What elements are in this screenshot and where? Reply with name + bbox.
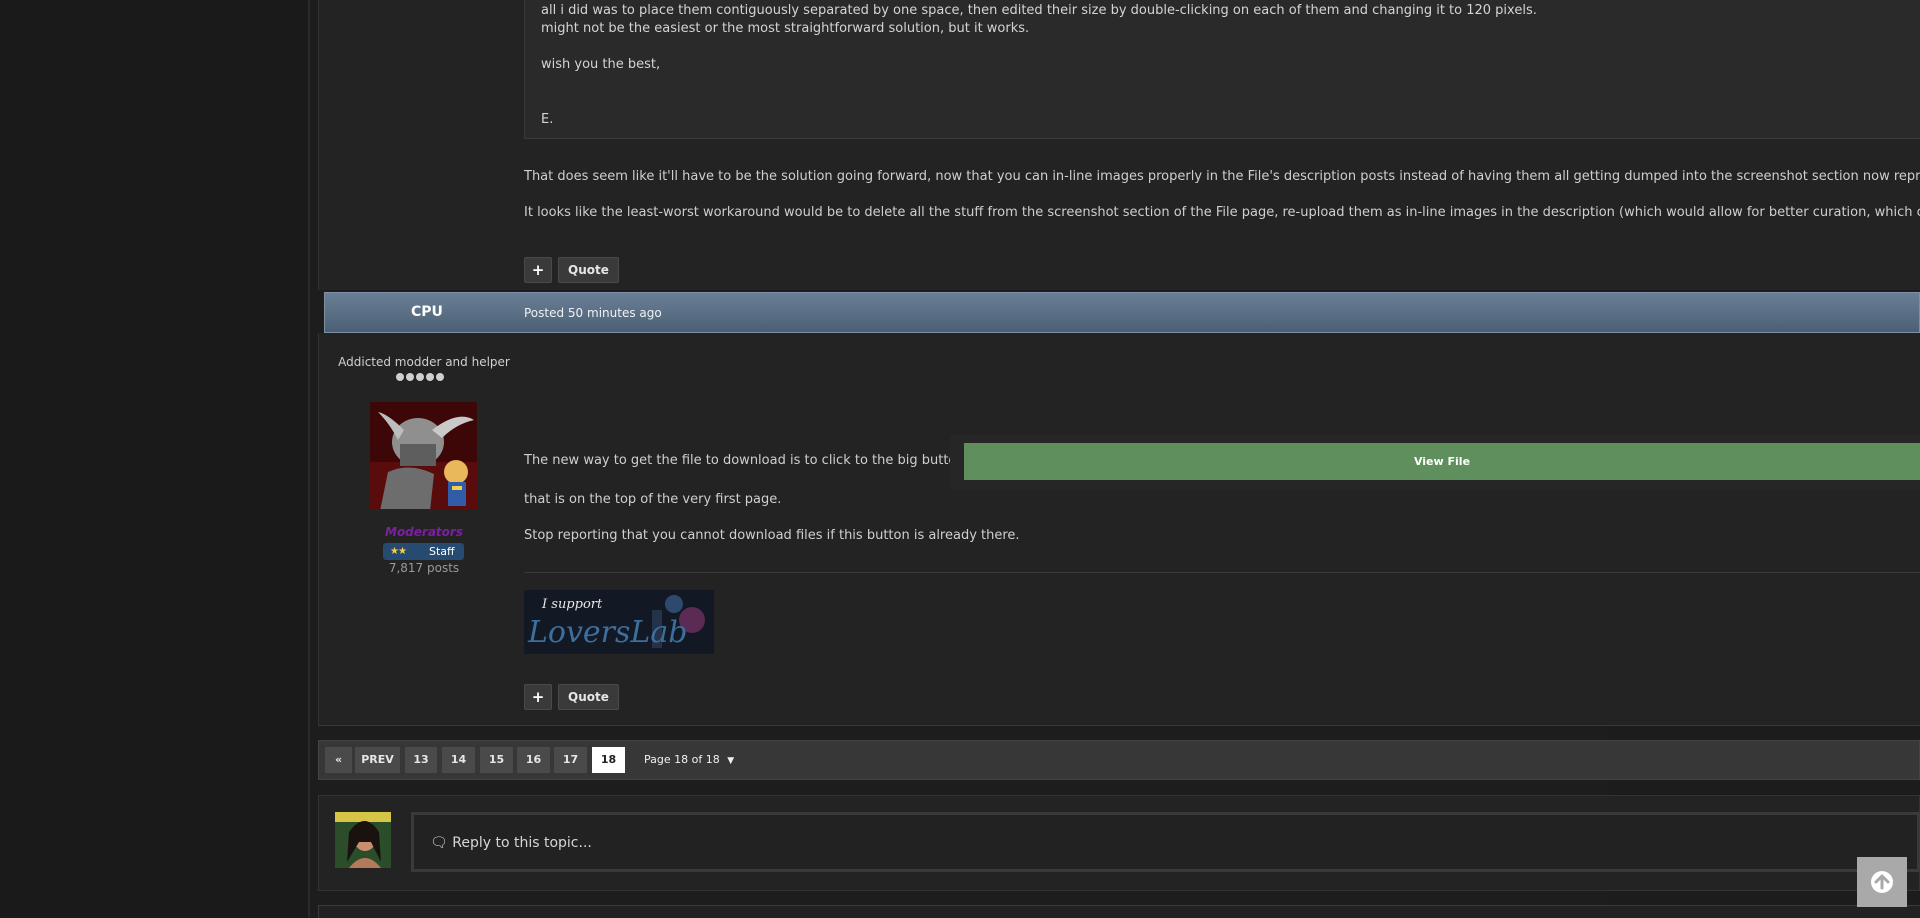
signature-text-2: LoversLab (527, 615, 687, 650)
signature-banner: I support LoversLab (524, 590, 714, 654)
scroll-to-top-button[interactable] (1857, 857, 1907, 907)
quote-line: all i did was to place them contiguously… (541, 3, 1537, 18)
page-left-gutter (0, 0, 310, 917)
page-link[interactable]: 15 (480, 747, 513, 773)
reply-editor[interactable]: 🗨 Reply to this topic... (411, 812, 1920, 872)
arrow-up-icon (1871, 871, 1893, 893)
reply-placeholder: 🗨 Reply to this topic... (430, 835, 592, 851)
page-link-current[interactable]: 18 (592, 747, 625, 773)
page-link[interactable]: 17 (554, 747, 587, 773)
author-title: Addicted modder and helper (338, 355, 510, 369)
page-jump-dropdown[interactable]: Page 18 of 18 ▼ (644, 747, 734, 773)
post-paragraph: The new way to get the file to download … (524, 453, 965, 468)
post-paragraph: Stop reporting that you cannot download … (524, 528, 1020, 543)
page-link[interactable]: 13 (405, 747, 437, 773)
quote-button[interactable]: Quote (558, 257, 619, 283)
rank-pips (396, 373, 444, 381)
staff-badge: ★★ Staff (383, 543, 464, 560)
quote-line: might not be the easiest or the most str… (541, 21, 1030, 36)
post-paragraph: It looks like the least-worst workaround… (524, 205, 1920, 220)
quote-block: all i did was to place them contiguously… (524, 0, 1920, 139)
quote-line: wish you the best, (541, 57, 661, 72)
post-author-name[interactable]: CPU (411, 304, 443, 320)
caret-down-icon: ▼ (727, 756, 735, 766)
view-file-button[interactable]: View File (964, 443, 1920, 480)
comment-icon: 🗨 (430, 835, 448, 851)
post-count: 7,817 posts (388, 561, 460, 575)
first-page-button[interactable]: « (325, 747, 352, 773)
signature-text-1: I support (541, 597, 603, 612)
page-link[interactable]: 14 (442, 747, 475, 773)
page-link[interactable]: 16 (517, 747, 550, 773)
post-header-bar: CPU Posted 50 minutes ago (324, 292, 1920, 333)
post-paragraph: that is on the top of the very first pag… (524, 492, 782, 507)
user-avatar (335, 812, 391, 868)
signature-divider (524, 572, 1920, 573)
page-jump-label: Page 18 of 18 (644, 753, 720, 766)
reputation-plus-button[interactable]: + (524, 684, 552, 710)
quote-signoff: E. (541, 112, 554, 127)
post-paragraph: That does seem like it'll have to be the… (524, 169, 1920, 184)
post-timestamp[interactable]: Posted 50 minutes ago (524, 306, 662, 320)
prev-page-button[interactable]: PREV (355, 747, 400, 773)
badge-label: Staff (429, 545, 455, 558)
next-section (318, 905, 1920, 918)
badge-stars-icon: ★★ (390, 546, 407, 557)
author-avatar[interactable] (369, 401, 478, 510)
reputation-plus-button[interactable]: + (524, 257, 552, 283)
quote-button[interactable]: Quote (558, 684, 619, 710)
member-group: Moderators (385, 525, 463, 539)
